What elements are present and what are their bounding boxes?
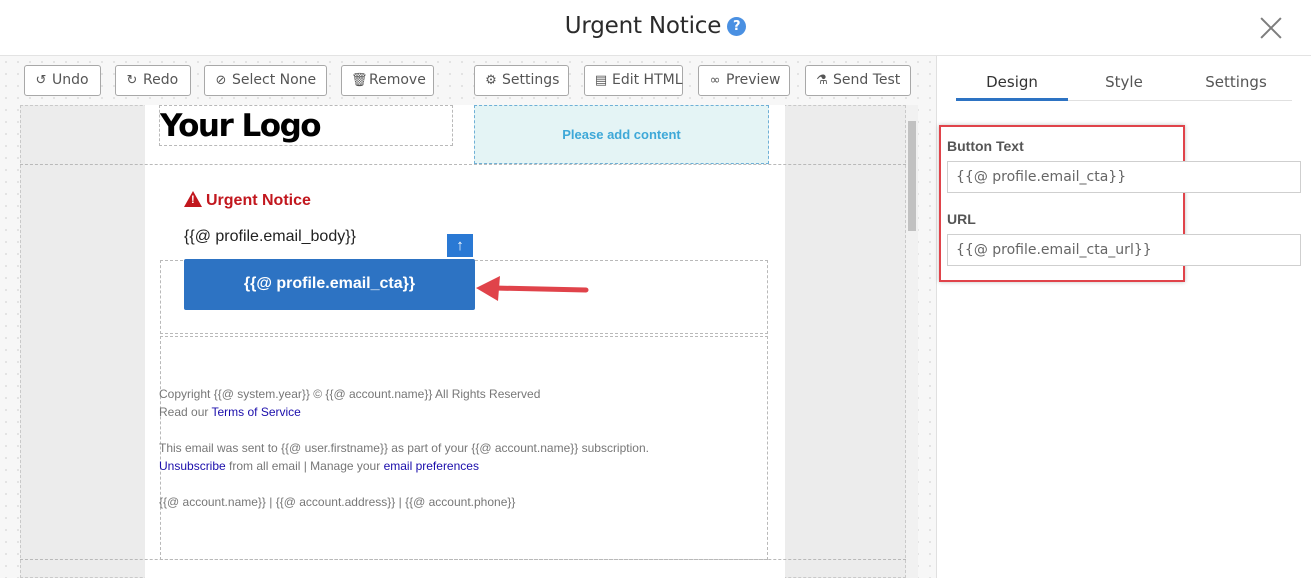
gear-icon: ⚙ — [485, 73, 497, 88]
binoculars-icon: ∞ — [709, 73, 721, 88]
unsubscribe-link[interactable]: Unsubscribe — [159, 459, 226, 473]
modal-header: Urgent Notice? — [0, 0, 1311, 56]
help-icon[interactable]: ? — [727, 17, 747, 36]
select-none-button[interactable]: ⊘ Select None — [204, 65, 327, 96]
remove-button[interactable]: 🗑Remove — [341, 65, 434, 96]
modal-title-text: Urgent Notice — [564, 13, 722, 39]
send-test-label: Send Test — [833, 72, 901, 88]
move-up-icon[interactable]: ↑ — [447, 234, 473, 257]
settings-button[interactable]: ⚙ Settings — [474, 65, 569, 96]
undo-button[interactable]: ↺ Undo — [24, 65, 101, 96]
read-our-text: Read our — [159, 405, 209, 419]
redo-icon: ↻ — [126, 73, 138, 88]
settings-label: Settings — [502, 72, 560, 88]
tab-settings[interactable]: Settings — [1180, 63, 1292, 101]
preview-label: Preview — [726, 72, 781, 88]
flask-icon: ⚗ — [816, 73, 828, 88]
urgent-heading: Urgent Notice — [184, 191, 311, 210]
footer-unsubscribe-line: Unsubscribe from all email | Manage your… — [159, 459, 479, 473]
select-none-label: Select None — [232, 72, 317, 88]
url-input[interactable]: {{@ profile.email_cta_url}} — [947, 234, 1301, 266]
ban-icon: ⊘ — [215, 73, 227, 88]
footer-copyright: Copyright {{@ system.year}} © {{@ accoun… — [159, 387, 541, 401]
empty-content-placeholder[interactable]: Please add content — [474, 105, 769, 164]
modal-title: Urgent Notice? — [0, 13, 1311, 39]
footer-terms-line: Read our Terms of Service — [159, 405, 301, 419]
cta-button[interactable]: {{@ profile.email_cta}} — [184, 259, 475, 310]
annotation-arrow — [476, 276, 589, 301]
tab-style[interactable]: Style — [1068, 63, 1180, 101]
code-file-icon: ▤ — [594, 73, 608, 88]
canvas-scrollbar[interactable] — [906, 105, 918, 578]
edit-html-button[interactable]: ▤ Edit HTML — [584, 65, 683, 96]
panel-tabs: Design Style Settings — [956, 63, 1292, 101]
undo-label: Undo — [52, 72, 89, 88]
logo: Your Logo — [160, 108, 322, 144]
url-label: URL — [947, 211, 976, 227]
redo-button[interactable]: ↻ Redo — [115, 65, 191, 96]
undo-icon: ↺ — [35, 73, 47, 88]
trash-icon: 🗑 — [351, 73, 368, 88]
warning-icon — [184, 191, 202, 207]
footer-account-line: {{@ account.name}} | {{@ account.address… — [159, 495, 516, 509]
terms-link[interactable]: Terms of Service — [212, 405, 301, 419]
footer-sent-to: This email was sent to {{@ user.firstnam… — [159, 441, 649, 455]
row-divider — [20, 559, 906, 560]
urgent-heading-text: Urgent Notice — [206, 192, 311, 209]
row-divider — [20, 164, 906, 165]
scrollbar-thumb[interactable] — [908, 121, 916, 231]
remove-label: Remove — [369, 72, 426, 88]
manage-text: from all email | Manage your — [229, 459, 381, 473]
tab-design[interactable]: Design — [956, 63, 1068, 101]
email-preferences-link[interactable]: email preferences — [384, 459, 479, 473]
send-test-button[interactable]: ⚗ Send Test — [805, 65, 911, 96]
preview-button[interactable]: ∞ Preview — [698, 65, 790, 96]
redo-label: Redo — [143, 72, 179, 88]
button-text-label: Button Text — [947, 138, 1024, 154]
email-body-text: {{@ profile.email_body}} — [184, 228, 356, 245]
button-text-input[interactable]: {{@ profile.email_cta}} — [947, 161, 1301, 193]
close-icon[interactable] — [1257, 14, 1285, 42]
edit-html-label: Edit HTML — [612, 72, 683, 88]
